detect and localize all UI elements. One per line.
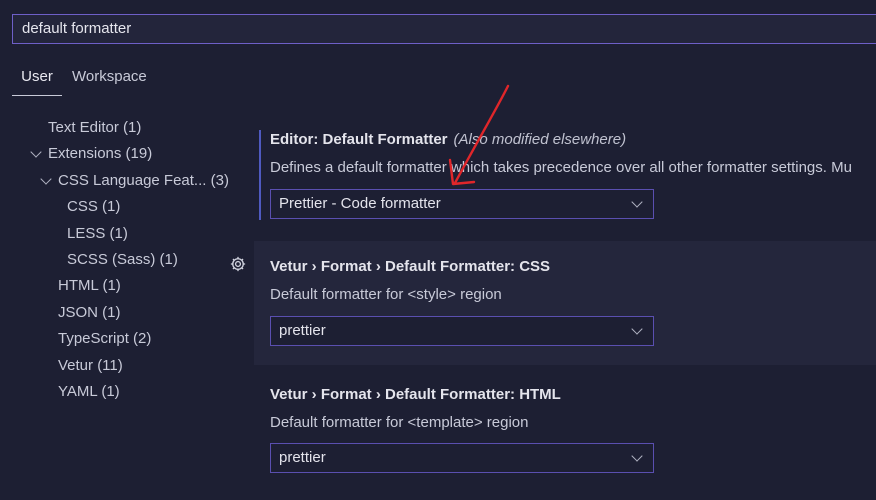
setting-title-text: Editor: Default Formatter bbox=[270, 131, 448, 148]
setting-title: Vetur › Format › Default Formatter: HTML bbox=[270, 386, 561, 403]
toc-item-less[interactable]: LESS (1) bbox=[67, 221, 128, 247]
setting-description: Default formatter for <template> region bbox=[270, 414, 529, 431]
toc-item-yaml[interactable]: YAML (1) bbox=[58, 379, 120, 405]
select-value: Prettier - Code formatter bbox=[279, 195, 441, 212]
toc-item-vetur[interactable]: Vetur (11) bbox=[58, 353, 123, 379]
toc-item-label: Text Editor (1) bbox=[48, 119, 142, 136]
tab-workspace[interactable]: Workspace bbox=[72, 62, 147, 96]
toc-item-label: JSON (1) bbox=[58, 304, 121, 321]
toc-item-html[interactable]: HTML (1) bbox=[58, 273, 121, 299]
chevron-down-icon bbox=[631, 450, 643, 462]
tab-user[interactable]: User bbox=[12, 62, 62, 96]
vetur-css-formatter-select[interactable]: prettier bbox=[270, 316, 654, 346]
default-formatter-select[interactable]: Prettier - Code formatter bbox=[270, 189, 654, 219]
toc-item-extensions[interactable]: Extensions (19) bbox=[28, 141, 152, 167]
toc-item-text-editor[interactable]: Text Editor (1) bbox=[48, 115, 141, 141]
setting-description: Default formatter for <style> region bbox=[270, 286, 502, 303]
toc-item-label: CSS Language Feat... (3) bbox=[58, 172, 229, 189]
select-value: prettier bbox=[279, 322, 326, 339]
toc-item-label: SCSS (Sass) (1) bbox=[67, 251, 178, 268]
toc-item-label: CSS (1) bbox=[67, 198, 121, 215]
setting-title: Vetur › Format › Default Formatter: CSS bbox=[270, 258, 551, 275]
vetur-html-formatter-select[interactable]: prettier bbox=[270, 443, 654, 473]
chevron-down-icon bbox=[30, 146, 42, 158]
select-value: prettier bbox=[279, 449, 326, 466]
toc-item-css-language-features[interactable]: CSS Language Feat... (3) bbox=[38, 168, 229, 194]
toc-item-typescript[interactable]: TypeScript (2) bbox=[58, 326, 151, 352]
toc-item-label: LESS (1) bbox=[67, 225, 128, 242]
toc-item-scss[interactable]: SCSS (Sass) (1) bbox=[67, 247, 178, 273]
setting-vetur-format-css: Vetur › Format › Default Formatter: CSS … bbox=[254, 241, 876, 365]
toc-item-css[interactable]: CSS (1) bbox=[67, 194, 120, 220]
toc-item-json[interactable]: JSON (1) bbox=[58, 300, 121, 326]
modified-elsewhere-link[interactable]: (Also modified elsewhere) bbox=[454, 131, 627, 148]
chevron-down-icon bbox=[40, 173, 52, 185]
focus-indicator bbox=[259, 130, 261, 220]
setting-editor-default-formatter: Editor: Default Formatter (Also modified … bbox=[254, 118, 876, 230]
toc-item-label: Vetur (11) bbox=[58, 357, 123, 374]
gear-icon[interactable] bbox=[229, 255, 247, 273]
setting-description: Defines a default formatter which takes … bbox=[270, 159, 852, 176]
toc-item-label: HTML (1) bbox=[58, 277, 121, 294]
chevron-down-icon bbox=[631, 323, 643, 335]
toc-item-label: YAML (1) bbox=[58, 383, 120, 400]
toc-item-label: Extensions (19) bbox=[48, 145, 153, 162]
search-input[interactable]: default formatter bbox=[12, 14, 876, 44]
setting-vetur-format-html: Vetur › Format › Default Formatter: HTML… bbox=[254, 370, 876, 500]
toc-item-label: TypeScript (2) bbox=[58, 330, 152, 347]
settings-list: Editor: Default Formatter (Also modified … bbox=[254, 118, 876, 498]
chevron-down-icon bbox=[631, 196, 643, 208]
setting-title: Editor: Default Formatter (Also modified … bbox=[270, 131, 626, 148]
